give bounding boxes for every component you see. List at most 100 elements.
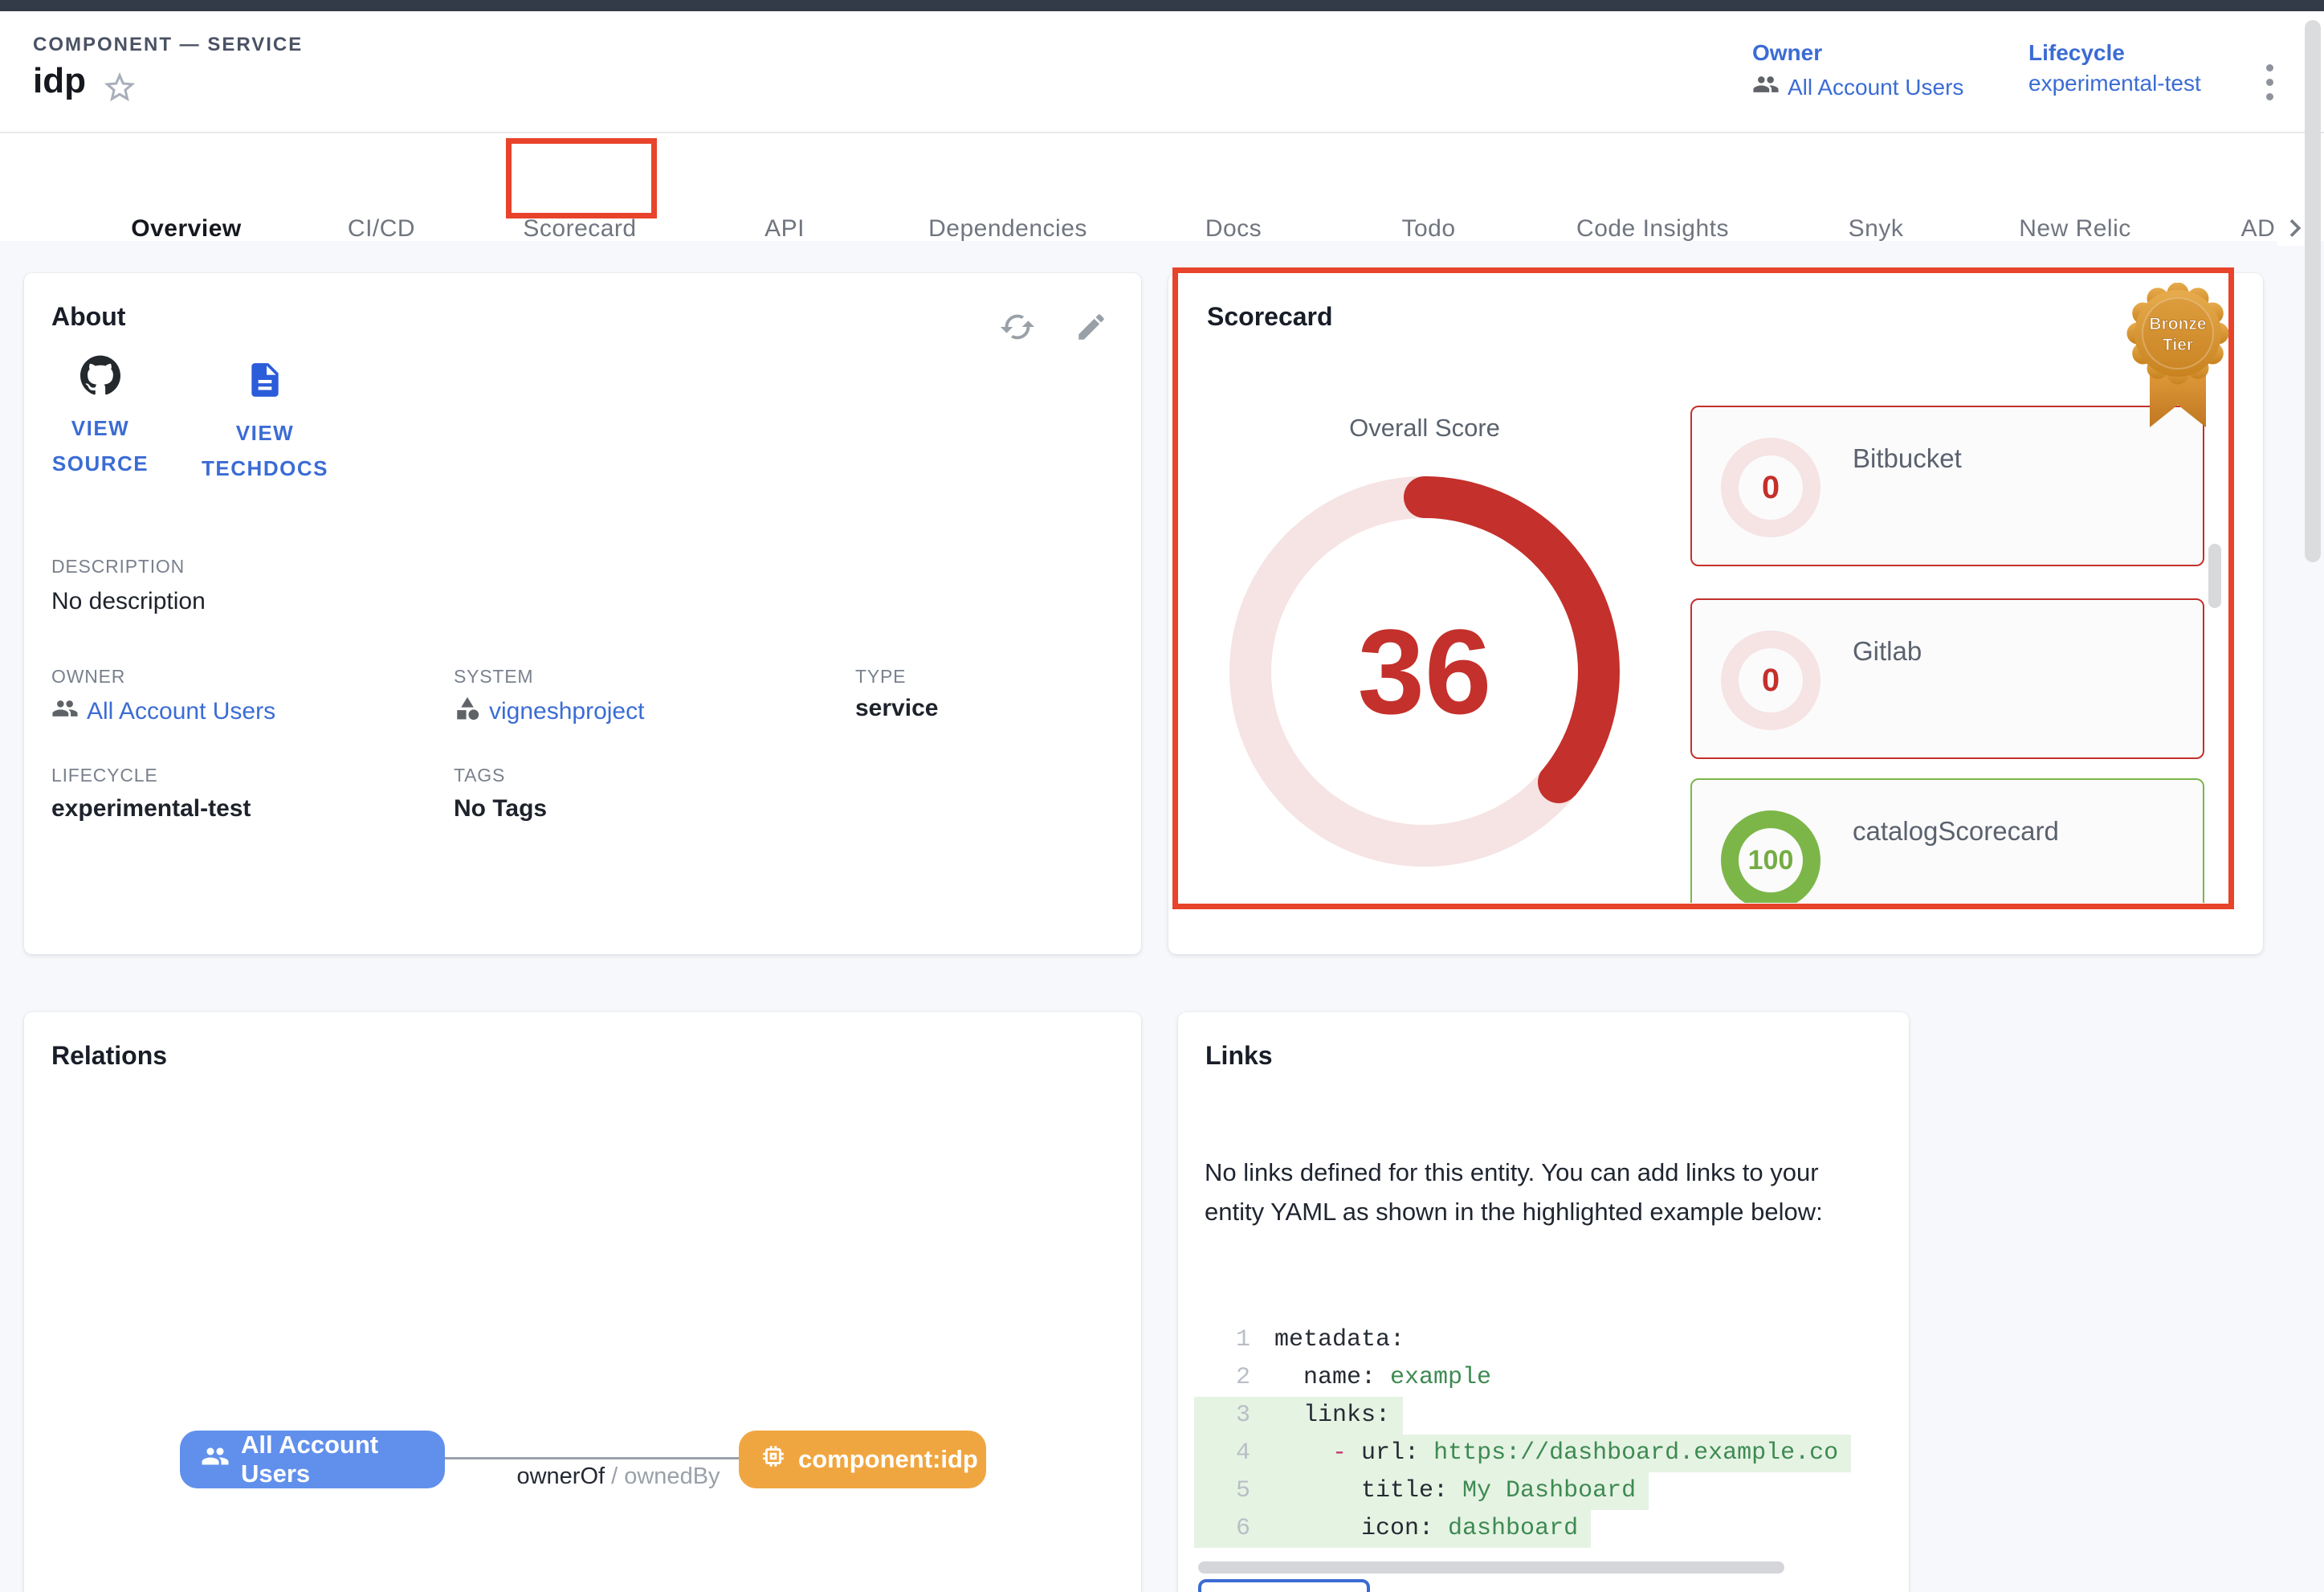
code-line-6: 6 icon: dashboard [1194, 1510, 1891, 1548]
links-card: Links No links defined for this entity. … [1178, 1012, 1909, 1592]
owner-link[interactable]: All Account Users [51, 695, 275, 729]
relation-edge-line [444, 1457, 739, 1459]
score-donut: 0 [1721, 631, 1820, 730]
people-icon [201, 1442, 230, 1477]
breadcrumb: COMPONENT — SERVICE [33, 34, 303, 56]
entity-tabs: Overview CI/CD Scorecard API Dependencie… [0, 133, 2324, 241]
tags-value: No Tags [454, 795, 547, 823]
tab-todo[interactable]: Todo [1401, 215, 1455, 241]
description-value: No description [51, 588, 206, 615]
edit-pencil-icon[interactable] [1074, 310, 1108, 344]
score-donut: 100 [1721, 810, 1820, 903]
more-options-kebab-icon[interactable] [2253, 58, 2285, 106]
tab-overflow-cut[interactable]: AD [2241, 215, 2274, 241]
header-owner-label: Owner [1752, 40, 1822, 66]
entity-page: COMPONENT — SERVICE idp Owner All Accoun… [0, 0, 2324, 1592]
entity-header: COMPONENT — SERVICE idp Owner All Accoun… [0, 11, 2324, 133]
about-card: About VIEW SOURCE VIEW TECHDOCS DESCRIPT… [24, 273, 1141, 954]
edge-label-separator: / [605, 1463, 624, 1489]
relation-node-owner[interactable]: All Account Users [180, 1431, 445, 1488]
tab-code-insights[interactable]: Code Insights [1576, 215, 1729, 241]
type-value: service [855, 695, 938, 722]
scorecard-card: Scorecard Overall Score 36 0 Bitbucket 0… [1168, 273, 2263, 954]
overall-score-label: Overall Score [1272, 414, 1577, 443]
tab-cicd[interactable]: CI/CD [348, 215, 415, 241]
view-source-button[interactable]: VIEW SOURCE [24, 355, 177, 481]
system-category-icon [454, 695, 481, 729]
edge-label-ownerof: ownerOf [516, 1463, 605, 1489]
links-empty-message: No links defined for this entity. You ca… [1205, 1153, 1879, 1231]
code-line-4: 4 - url: https://dashboard.example.co [1194, 1435, 1891, 1472]
view-techdocs-label: VIEW TECHDOCS [189, 415, 341, 486]
github-icon [80, 355, 120, 395]
page-title: idp [33, 61, 86, 101]
header-owner-value: All Account Users [1788, 75, 1963, 100]
system-link[interactable]: vigneshproject [454, 695, 644, 729]
people-icon [51, 695, 79, 729]
about-title: About [51, 302, 125, 332]
badge-line1: Bronze [2149, 315, 2206, 333]
score-value: 0 [1721, 631, 1820, 730]
tab-overview[interactable]: Overview [131, 215, 241, 241]
tab-docs[interactable]: Docs [1205, 215, 1262, 241]
lifecycle-label: LIFECYCLE [51, 765, 157, 786]
score-entry-catalogscorecard[interactable]: 100 catalogScorecard [1690, 778, 2204, 903]
header-lifecycle-text: experimental-test [2028, 71, 2201, 96]
links-title: Links [1205, 1041, 1273, 1071]
score-entry-name: Gitlab [1853, 636, 1922, 667]
score-value: 0 [1721, 438, 1820, 537]
tab-new-relic[interactable]: New Relic [2019, 215, 2131, 241]
owner-label: OWNER [51, 666, 125, 688]
refresh-icon[interactable] [999, 308, 1036, 345]
relation-node-component[interactable]: component:idp [739, 1431, 986, 1488]
relation-edge-label: ownerOf / ownedBy [498, 1463, 739, 1490]
chip-icon [760, 1443, 787, 1476]
system-value: vigneshproject [489, 698, 644, 725]
code-line-2: 2 name: example [1194, 1359, 1891, 1397]
header-owner-link[interactable]: All Account Users [1752, 71, 1963, 104]
code-line-5: 5 title: My Dashboard [1194, 1472, 1891, 1510]
tab-strip: Overview CI/CD Scorecard API Dependencie… [0, 133, 2274, 241]
description-label: DESCRIPTION [51, 556, 185, 578]
scorecard-title: Scorecard [1207, 302, 1333, 332]
overall-score-value: 36 [1229, 476, 1620, 867]
tab-snyk[interactable]: Snyk [1849, 215, 1904, 241]
code-horizontal-scrollbar[interactable] [1198, 1561, 1784, 1574]
tab-dependencies[interactable]: Dependencies [928, 215, 1087, 241]
type-label: TYPE [855, 666, 906, 688]
techdocs-document-icon [245, 360, 285, 400]
people-icon [1752, 71, 1780, 104]
relation-node-component-label: component:idp [798, 1445, 978, 1474]
tab-api[interactable]: API [764, 215, 805, 241]
favorite-star-icon[interactable] [101, 69, 138, 106]
score-entry-name: catalogScorecard [1853, 816, 2059, 847]
score-entry-name: Bitbucket [1853, 443, 1962, 474]
lifecycle-value: experimental-test [51, 795, 251, 823]
links-action-button-cut[interactable] [1198, 1579, 1370, 1592]
relations-card: Relations All Account Users component:id… [24, 1012, 1141, 1592]
header-lifecycle-label: Lifecycle [2028, 40, 2125, 66]
system-label: SYSTEM [454, 666, 533, 688]
scorecard-entry-list: 0 Bitbucket 0 Gitlab 100 catalogScorecar… [1690, 394, 2220, 903]
score-entry-gitlab[interactable]: 0 Gitlab [1690, 598, 2204, 759]
tags-label: TAGS [454, 765, 505, 786]
edge-label-ownedby: ownedBy [624, 1463, 720, 1489]
relation-node-owner-label: All Account Users [241, 1431, 424, 1488]
yaml-code-block: 1metadata: 2 name: example 3 links: 4 - … [1194, 1321, 1891, 1548]
owner-value: All Account Users [87, 698, 275, 725]
bronze-tier-badge: Bronze Tier [2126, 283, 2230, 435]
page-scrollbar[interactable] [2305, 20, 2321, 562]
score-list-scrollbar[interactable] [2208, 544, 2221, 608]
badge-line2: Tier [2163, 336, 2193, 354]
code-line-1: 1metadata: [1194, 1321, 1891, 1359]
tab-scorecard[interactable]: Scorecard [523, 215, 636, 241]
view-source-label: VIEW SOURCE [24, 410, 177, 481]
score-donut: 0 [1721, 438, 1820, 537]
window-top-bar [0, 0, 2324, 11]
code-line-3: 3 links: [1194, 1397, 1891, 1435]
score-value: 100 [1721, 810, 1820, 903]
overall-score-gauge: 36 [1229, 476, 1620, 867]
view-techdocs-button[interactable]: VIEW TECHDOCS [189, 360, 341, 486]
header-lifecycle-value: experimental-test [2028, 71, 2201, 96]
relations-title: Relations [51, 1041, 167, 1071]
